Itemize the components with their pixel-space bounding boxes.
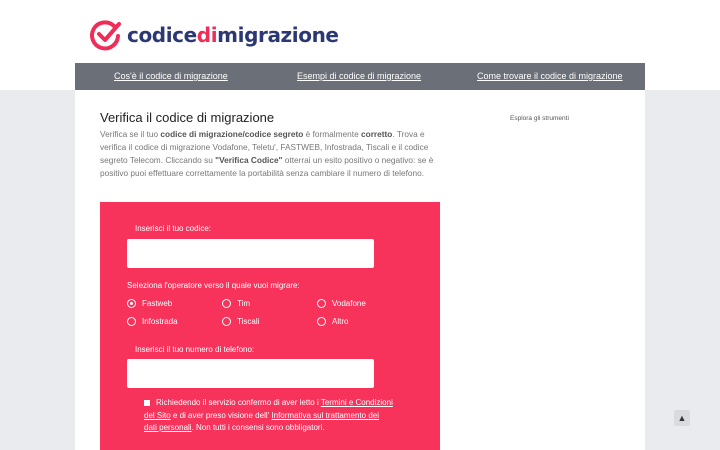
operator-label: Seleziona l'operatore verso il quale vuo… — [127, 281, 300, 290]
nav-come-trovare[interactable]: Come trovare il codice di migrazione — [477, 71, 623, 81]
phone-input[interactable] — [127, 359, 374, 388]
check-circle-logo-icon — [90, 20, 121, 51]
consent-text: Richiedendo il servizio confermo di aver… — [144, 398, 393, 432]
main-nav: Cos'è il codice di migrazione Esempi di … — [75, 63, 645, 90]
operator-option-label: Fastweb — [142, 299, 173, 308]
nav-cose-codice[interactable]: Cos'è il codice di migrazione — [114, 71, 228, 81]
operator-option-infostrada[interactable]: Infostrada — [127, 317, 178, 326]
operator-option-fastweb[interactable]: Fastweb — [127, 299, 172, 308]
code-input[interactable] — [127, 239, 374, 268]
radio-icon — [317, 317, 326, 326]
radio-icon — [317, 299, 326, 308]
operator-option-tiscali[interactable]: Tiscali — [222, 317, 259, 326]
phone-label: Inserisci il tuo numero di telefono: — [135, 345, 255, 354]
scroll-top-button[interactable]: ▲ — [674, 410, 690, 426]
radio-icon — [222, 299, 231, 308]
operator-option-label: Vodafone — [332, 299, 366, 308]
code-label: Inserisci il tuo codice: — [135, 224, 212, 233]
chevron-up-icon: ▲ — [677, 413, 687, 423]
intro-text: Verifica se il tuo codice di migrazione/… — [100, 129, 434, 178]
operator-option-vodafone[interactable]: Vodafone — [317, 299, 366, 308]
main-content: Verifica il codice di migrazione Verific… — [75, 90, 645, 450]
operator-option-label: Tiscali — [237, 317, 260, 326]
operator-option-label: Infostrada — [142, 317, 178, 326]
explore-tools-link[interactable]: Esplora gli strumenti — [510, 115, 569, 122]
site-logo[interactable]: codicedimigrazione — [88, 18, 339, 52]
operator-option-label: Tim — [237, 299, 251, 308]
operator-option-label: Altro — [332, 317, 349, 326]
radio-icon — [222, 317, 231, 326]
radio-icon — [127, 317, 136, 326]
consent-checkbox[interactable] — [144, 399, 150, 406]
operator-option-tim[interactable]: Tim — [222, 299, 250, 308]
page-title: Verifica il codice di migrazione — [100, 110, 275, 125]
radio-checked-icon — [127, 299, 136, 308]
nav-esempi-codice[interactable]: Esempi di codice di migrazione — [297, 71, 421, 81]
logo-text: codicedimigrazione — [127, 23, 339, 47]
verify-form: Inserisci il tuo codice: Seleziona l'ope… — [100, 202, 440, 450]
operator-option-altro[interactable]: Altro — [317, 317, 348, 326]
